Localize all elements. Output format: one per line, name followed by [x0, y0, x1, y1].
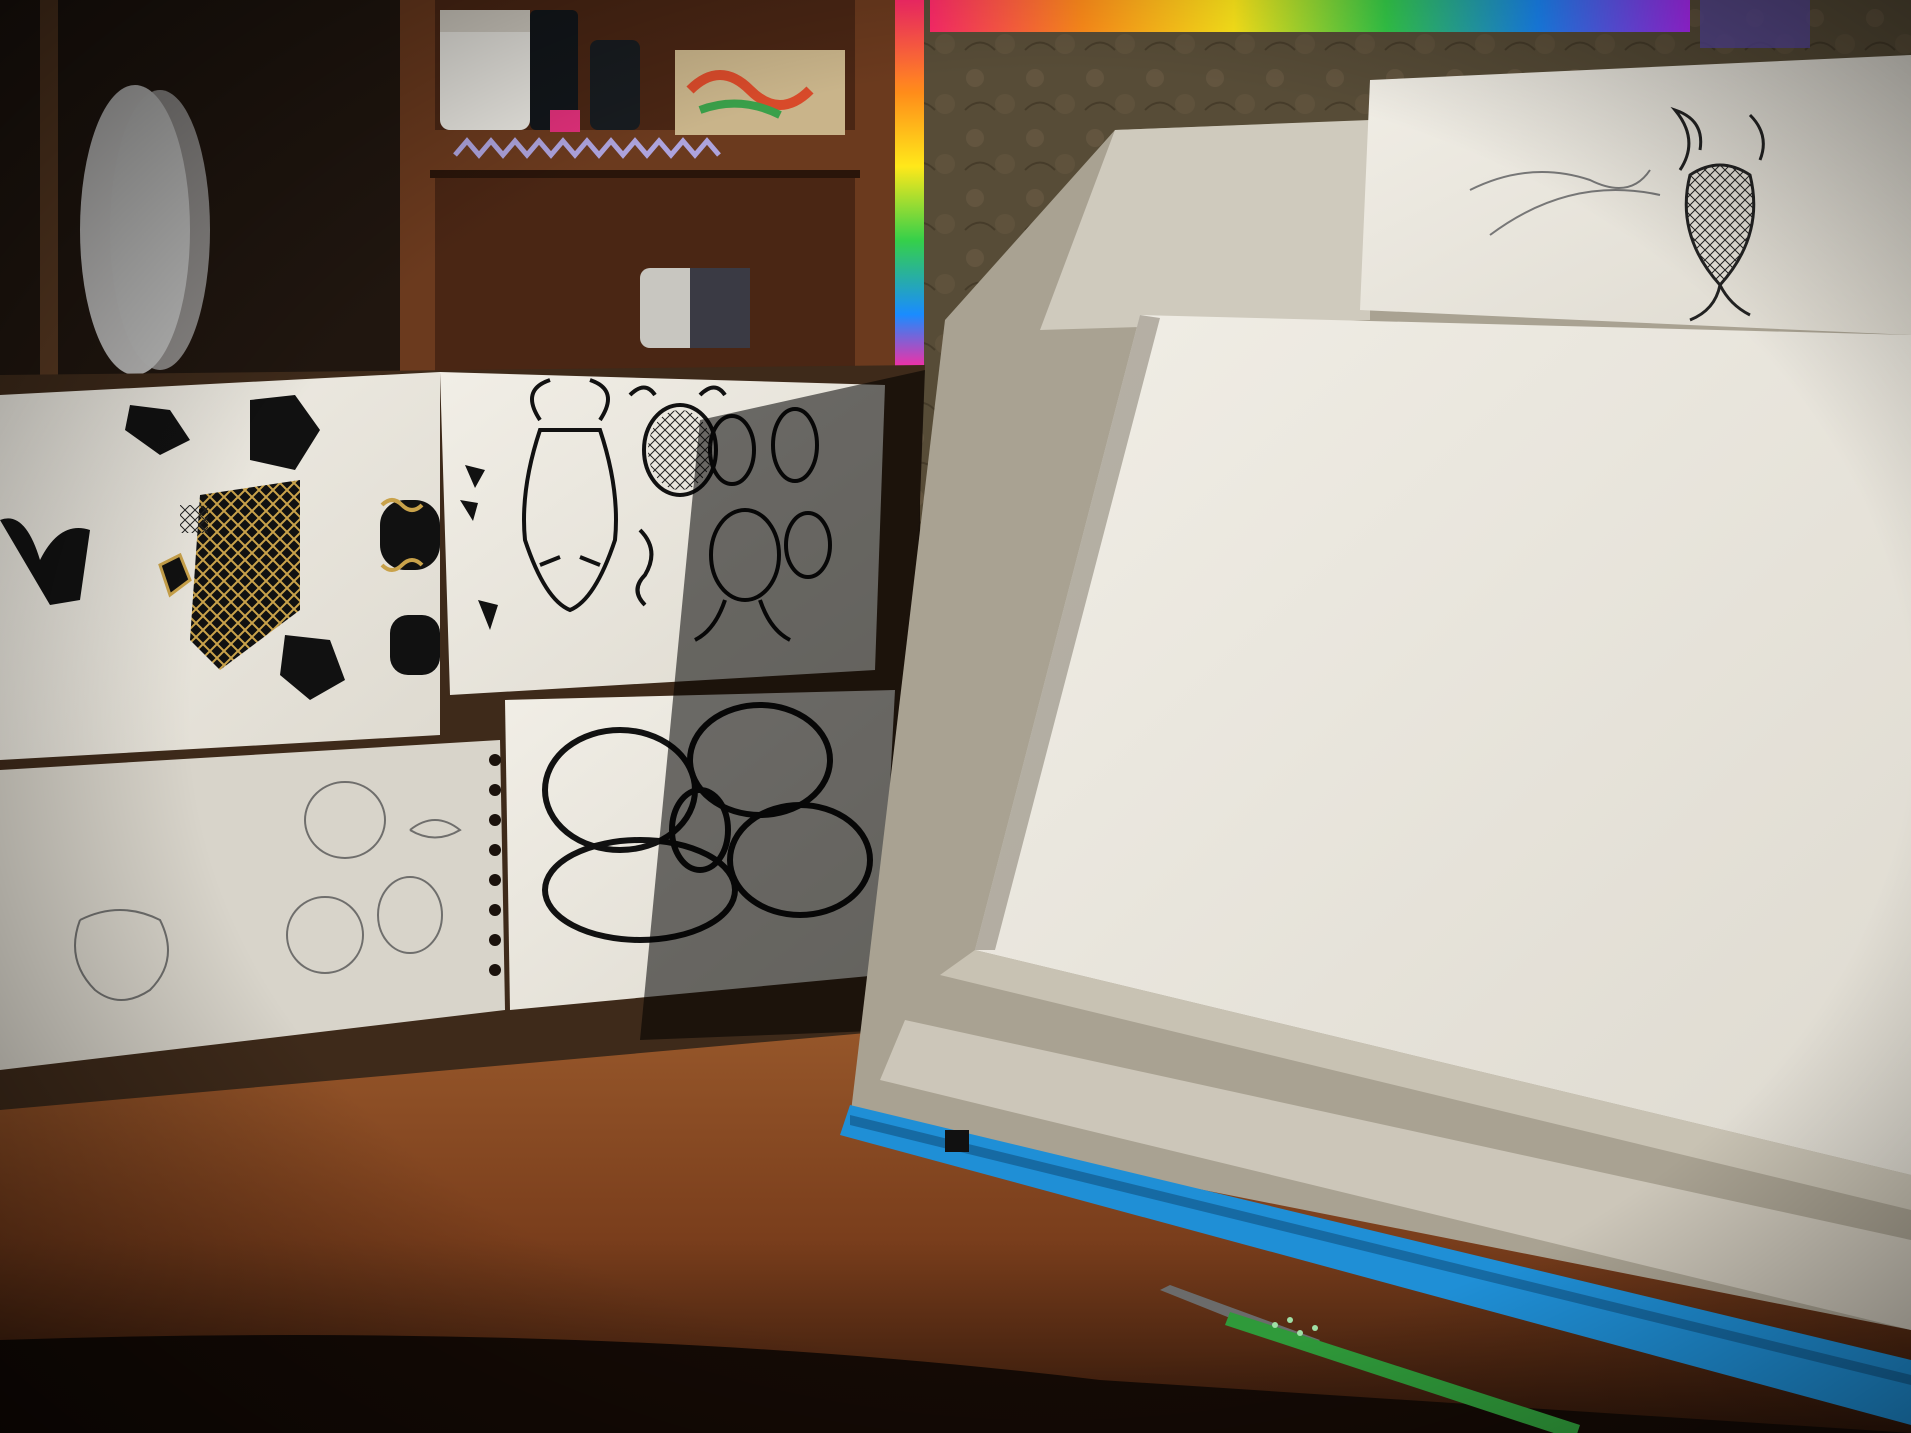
art-desk-photo — [0, 0, 1911, 1433]
photo-canvas — [0, 0, 1911, 1433]
